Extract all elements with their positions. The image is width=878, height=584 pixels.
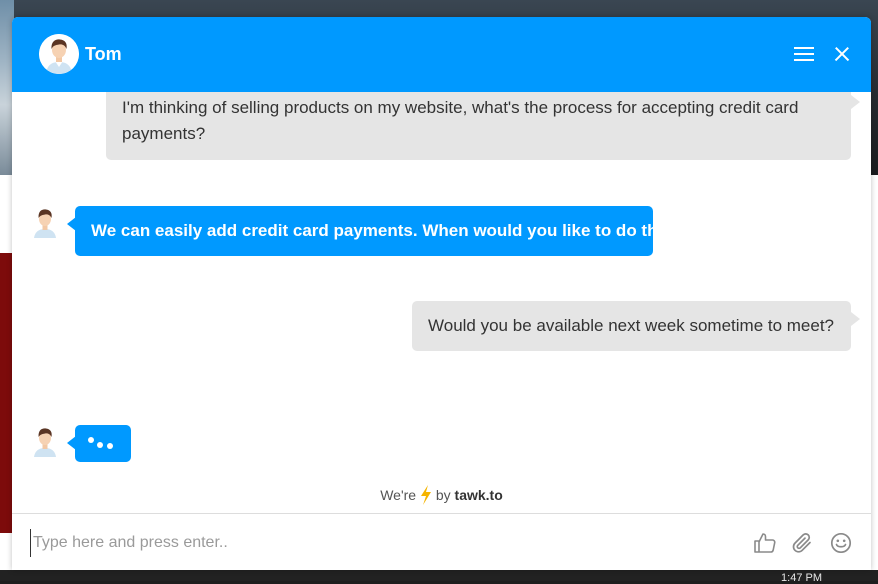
visitor-message: I'm thinking of selling products on my w… <box>106 92 851 160</box>
agent-avatar-icon <box>39 34 79 74</box>
agent-message-avatar <box>32 208 58 238</box>
powered-by-prefix: We're <box>380 487 417 503</box>
typing-dot <box>107 443 113 449</box>
chat-header: Tom <box>12 17 871 92</box>
close-button[interactable] <box>830 42 854 66</box>
hamburger-icon-line <box>794 53 814 55</box>
agent-avatar <box>39 34 79 74</box>
taskbar-clock: 1:47 PM <box>781 572 822 584</box>
hamburger-icon-line <box>794 59 814 61</box>
powered-by-brand: tawk.to <box>454 487 503 503</box>
thumbs-up-button[interactable] <box>753 531 777 555</box>
smiley-icon <box>830 532 852 554</box>
agent-message: We can easily add credit card payments. … <box>75 206 682 256</box>
thumbs-up-icon <box>754 533 776 553</box>
chat-widget: Tom I'm thinking of selling products on … <box>12 17 871 570</box>
agent-message-avatar <box>32 427 58 457</box>
typing-dot <box>88 437 94 443</box>
paperclip-icon <box>792 533 811 553</box>
agent-avatar-icon <box>34 428 56 457</box>
taskbar <box>0 570 878 581</box>
powered-by-mid: by <box>435 487 451 503</box>
composer-bar <box>12 513 871 570</box>
message-input[interactable] <box>30 529 735 557</box>
attach-file-button[interactable] <box>790 531 814 555</box>
hamburger-icon <box>794 47 814 49</box>
typing-indicator <box>75 425 131 462</box>
visitor-message: Would you be available next week sometim… <box>412 301 851 351</box>
message-list[interactable]: I'm thinking of selling products on my w… <box>12 92 871 512</box>
agent-message-text: We can easily add credit card payments. … <box>91 221 683 240</box>
menu-button[interactable] <box>792 44 816 64</box>
powered-by[interactable]: We're by tawk.to <box>12 485 871 505</box>
typing-dot <box>97 442 103 448</box>
visitor-message-line: payments? <box>122 124 206 143</box>
bubble-tail <box>851 95 860 109</box>
visitor-message-text: Would you be available next week sometim… <box>428 316 835 335</box>
bubble-tail <box>851 312 860 326</box>
lightning-bolt-icon <box>420 485 431 505</box>
agent-avatar-icon <box>34 209 56 238</box>
agent-name: Tom <box>85 44 122 64</box>
visitor-message-line: I'm thinking of selling products on my w… <box>122 98 799 117</box>
emoji-button[interactable] <box>829 531 853 555</box>
